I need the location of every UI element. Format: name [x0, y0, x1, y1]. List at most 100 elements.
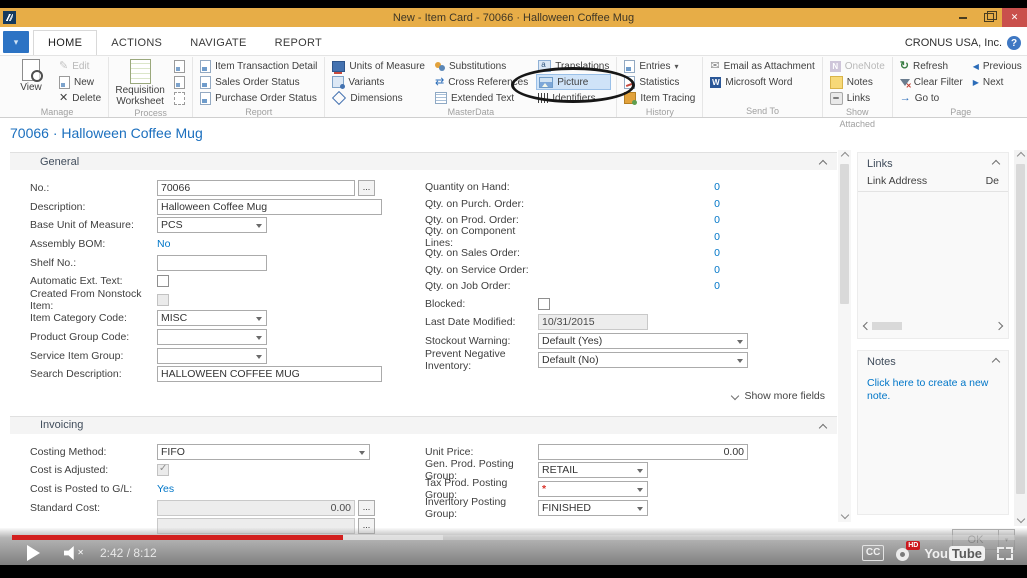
window-scrollbar[interactable]	[1014, 150, 1027, 526]
scroll-right-arrow[interactable]	[995, 322, 1003, 330]
qty-prod-order-link[interactable]: 0	[538, 214, 720, 226]
extended-text-button[interactable]: Extended Text	[433, 90, 530, 106]
collapse-icon[interactable]	[992, 160, 1000, 168]
statistics-button[interactable]: Statistics	[622, 74, 697, 90]
scrollbar-thumb[interactable]	[872, 322, 902, 330]
application-menu-button[interactable]: ▾	[3, 31, 29, 53]
process-small-button-1[interactable]	[172, 58, 187, 74]
blocked-checkbox[interactable]	[538, 298, 550, 310]
extended-text-icon	[435, 92, 447, 104]
tab-home[interactable]: HOME	[33, 30, 97, 55]
close-button[interactable]: ✕	[1002, 8, 1027, 27]
unit-price-input[interactable]: 0.00	[538, 444, 748, 460]
shelf-no-input[interactable]	[157, 255, 267, 271]
base-unit-of-measure-select[interactable]: PCS	[157, 217, 267, 233]
no-lookup-button[interactable]: ...	[358, 180, 375, 196]
play-button[interactable]	[27, 545, 40, 561]
tab-actions[interactable]: ACTIONS	[97, 31, 176, 55]
fullscreen-button[interactable]	[997, 547, 1013, 560]
scrollbar-thumb[interactable]	[1016, 164, 1025, 494]
scroll-down-arrow[interactable]	[1014, 514, 1027, 526]
notes-button[interactable]: Notes	[828, 74, 887, 90]
settings-button[interactable]: HD	[896, 545, 912, 561]
previous-button[interactable]: ◀Previous	[971, 58, 1024, 74]
captions-button[interactable]: CC	[862, 545, 884, 561]
tab-report[interactable]: REPORT	[261, 31, 336, 55]
qty-purch-order-link[interactable]: 0	[538, 198, 720, 210]
prevent-negative-inventory-select[interactable]: Default (No)	[538, 352, 748, 368]
email-as-attachment-button[interactable]: ✉Email as Attachment	[708, 58, 816, 74]
sales-order-status-button[interactable]: Sales Order Status	[198, 74, 319, 90]
item-tracing-button[interactable]: Item Tracing	[622, 90, 697, 106]
quantity-on-hand-link[interactable]: 0	[538, 181, 720, 193]
links-horizontal-scrollbar[interactable]	[864, 320, 1002, 332]
requisition-worksheet-button[interactable]: Requisition Worksheet	[114, 58, 166, 107]
qty-component-lines-link[interactable]: 0	[538, 231, 720, 243]
purchase-order-status-button[interactable]: Purchase Order Status	[198, 90, 319, 106]
delete-button[interactable]: ✕Delete	[57, 90, 103, 106]
onenote-button[interactable]: NOneNote	[828, 58, 887, 74]
mute-button[interactable]: ✕	[64, 546, 84, 560]
automatic-ext-text-checkbox[interactable]	[157, 275, 169, 287]
notes-panel-header[interactable]: Notes	[858, 351, 1008, 373]
translations-button[interactable]: Translations	[536, 58, 611, 74]
tab-navigate[interactable]: NAVIGATE	[176, 31, 260, 55]
collapse-icon[interactable]	[820, 422, 827, 429]
tax-prod-posting-group-select[interactable]: *	[538, 481, 648, 497]
collapse-icon[interactable]	[820, 158, 827, 165]
go-to-button[interactable]: →Go to	[898, 90, 965, 106]
clear-filter-button[interactable]: Clear Filter	[898, 74, 965, 90]
invoicing-fasttab-header[interactable]: Invoicing	[10, 416, 837, 434]
search-description-input[interactable]: HALLOWEEN COFFEE MUG	[157, 366, 382, 382]
content-scrollbar[interactable]	[838, 150, 851, 522]
scroll-up-arrow[interactable]	[1014, 150, 1027, 162]
youtube-logo[interactable]: You Tube	[924, 546, 985, 561]
scroll-up-arrow[interactable]	[838, 150, 851, 162]
qty-service-order-link[interactable]: 0	[538, 264, 720, 276]
costing-method-select[interactable]: FIFO	[157, 444, 370, 460]
microsoft-word-button[interactable]: WMicrosoft Word	[708, 74, 816, 90]
gen-prod-posting-group-select[interactable]: RETAIL	[538, 462, 648, 478]
refresh-button[interactable]: ↻Refresh	[898, 58, 965, 74]
restore-button[interactable]	[976, 8, 1002, 27]
scroll-left-arrow[interactable]	[863, 322, 871, 330]
variants-button[interactable]: Variants	[330, 74, 427, 90]
collapse-icon[interactable]	[992, 358, 1000, 366]
units-of-measure-button[interactable]: Units of Measure	[330, 58, 427, 74]
scrollbar-thumb[interactable]	[840, 164, 849, 304]
substitutions-button[interactable]: Substitutions	[433, 58, 530, 74]
assembly-bom-link[interactable]: No	[157, 238, 170, 250]
edit-button[interactable]: ✎Edit	[57, 58, 103, 74]
no-input[interactable]: 70066	[157, 180, 355, 196]
identifiers-button[interactable]: Identifiers	[536, 90, 611, 106]
scroll-down-arrow[interactable]	[838, 510, 851, 522]
entries-button[interactable]: Entries▾	[622, 58, 697, 74]
show-more-fields-link[interactable]: Show more fields	[10, 386, 837, 406]
links-panel-header[interactable]: Links	[858, 153, 1008, 175]
minimize-button[interactable]	[950, 8, 976, 27]
item-transaction-detail-button[interactable]: Item Transaction Detail	[198, 58, 319, 74]
process-small-button-3[interactable]	[172, 90, 187, 106]
process-small-button-2[interactable]	[172, 74, 187, 90]
product-group-code-select[interactable]	[157, 329, 267, 345]
qty-sales-order-link[interactable]: 0	[538, 247, 720, 259]
links-button[interactable]: Links	[828, 90, 887, 106]
standard-cost-assist-button[interactable]: ...	[358, 500, 375, 516]
next-button[interactable]: ▶Next	[971, 74, 1024, 90]
video-progress-bar[interactable]	[12, 535, 1015, 540]
description-input[interactable]: Halloween Coffee Mug	[157, 199, 382, 215]
cross-references-button[interactable]: ⇄Cross References	[433, 74, 530, 90]
help-icon[interactable]: ?	[1007, 36, 1021, 50]
view-button[interactable]: View	[11, 58, 51, 93]
new-button[interactable]: New	[57, 74, 103, 90]
item-category-code-select[interactable]: MISC	[157, 310, 267, 326]
inventory-posting-group-select[interactable]: FINISHED	[538, 500, 648, 516]
cost-posted-gl-link[interactable]: Yes	[157, 483, 174, 495]
stockout-warning-select[interactable]: Default (Yes)	[538, 333, 748, 349]
dimensions-button[interactable]: Dimensions	[330, 90, 427, 106]
qty-job-order-link[interactable]: 0	[538, 280, 720, 292]
service-item-group-select[interactable]	[157, 348, 267, 364]
picture-button[interactable]: Picture	[536, 74, 611, 90]
general-fasttab-header[interactable]: General	[10, 152, 837, 170]
create-note-link[interactable]: Click here to create a new note.	[858, 373, 1008, 407]
